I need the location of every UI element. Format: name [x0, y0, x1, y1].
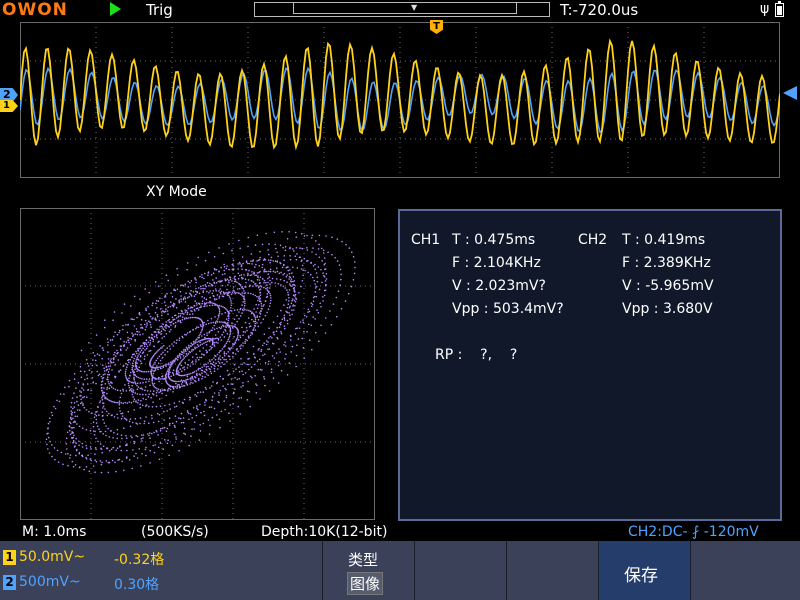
memory-position-bar[interactable]: ▼: [254, 2, 550, 17]
softkey-empty-6[interactable]: [690, 541, 800, 600]
ch1-period: T : 0.475ms: [452, 232, 536, 248]
ch2-vpp: Vpp : 3.680V: [622, 301, 713, 317]
owon-logo: OWON: [2, 0, 68, 20]
save-softkey[interactable]: 保存: [598, 541, 690, 600]
top-status-bar: OWON Trig ▼ T:-720.0us ψ: [0, 0, 800, 22]
ch1-level-marker[interactable]: 1: [0, 100, 18, 112]
type-softkey[interactable]: 类型 图像: [322, 541, 414, 600]
sample-rate-readout: (500KS/s): [141, 524, 209, 540]
channel-info-panel[interactable]: 1 50.0mV~ -0.32格 2 500mV~ 0.30格: [0, 541, 322, 600]
type-label: 类型: [348, 551, 379, 569]
ch2-period: T : 0.419ms: [622, 232, 706, 248]
ch1-vpp: Vpp : 503.4mV?: [452, 301, 564, 317]
ch2-badge: 2: [3, 575, 16, 590]
ch1-voltage: V : 2.023mV?: [452, 278, 546, 294]
trigger-setting-readout: CH2:DC- ⨏ -120mV: [628, 524, 759, 540]
save-label: 保存: [624, 566, 658, 586]
trigger-position-arrow-icon: ▼: [411, 3, 418, 12]
ch1-scale: 50.0mV~: [19, 549, 86, 565]
waveform-display[interactable]: [20, 22, 780, 178]
ch1-offset: -0.32格: [114, 552, 165, 568]
trigger-time-offset: T:-720.0us: [560, 1, 639, 19]
type-value: 图像: [347, 572, 384, 595]
ch2-label: CH2: [578, 232, 608, 248]
battery-icon: [775, 1, 784, 17]
memory-window: [293, 2, 517, 14]
xy-grid: [20, 208, 375, 520]
softkey-bar: 1 50.0mV~ -0.32格 2 500mV~ 0.30格 类型 图像 保存: [0, 541, 800, 600]
rp-readout: RP : ?, ?: [435, 347, 518, 363]
xy-mode-label: XY Mode: [146, 184, 207, 200]
usb-icon: ψ: [760, 1, 770, 17]
softkey-empty-4[interactable]: [506, 541, 598, 600]
ch2-frequency: F : 2.389KHz: [622, 255, 711, 271]
ch2-voltage: V : -5.965mV: [622, 278, 714, 294]
memory-depth-readout: Depth:10K(12-bit): [261, 524, 388, 540]
softkey-empty-3[interactable]: [414, 541, 506, 600]
ch1-label: CH1: [411, 232, 441, 248]
ch1-badge: 1: [3, 550, 16, 565]
timebase-readout: M: 1.0ms: [22, 524, 87, 540]
ch2-scale: 500mV~: [19, 574, 81, 590]
run-state-play-icon: [110, 2, 121, 16]
xy-lissajous-trace: [45, 231, 356, 474]
ch2-level-marker[interactable]: 2: [0, 88, 18, 102]
ch1-waveform-trace: [20, 38, 780, 151]
ch2-offset: 0.30格: [114, 577, 160, 593]
trigger-level-marker[interactable]: [783, 86, 797, 100]
trigger-status: Trig: [146, 1, 173, 19]
measurement-panel: CH1 T : 0.475ms F : 2.104KHz V : 2.023mV…: [398, 209, 782, 521]
ch1-frequency: F : 2.104KHz: [452, 255, 541, 271]
xy-plot: [20, 208, 375, 520]
